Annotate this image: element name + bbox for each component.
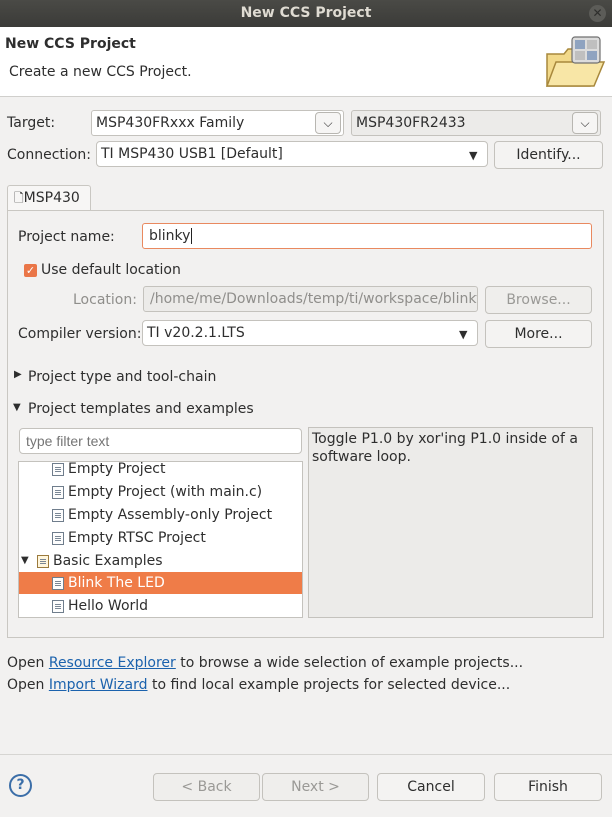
target-device-select[interactable]: MSP430FR2433 — [351, 110, 601, 136]
template-icon — [52, 600, 64, 613]
compiler-version-select[interactable]: TI v20.2.1.LTS — [142, 320, 478, 346]
next-button[interactable]: Next > — [262, 773, 369, 801]
project-icon: 🗋 — [14, 191, 24, 205]
connection-select[interactable]: TI MSP430 USB1 [Default] — [96, 141, 488, 167]
folder-icon — [37, 555, 49, 568]
tab-msp430[interactable]: 🗋MSP430 — [7, 185, 91, 211]
folder-wizard-icon — [545, 36, 606, 87]
dropdown-arrow-icon: ▼ — [459, 328, 468, 341]
collapse-arrow-icon[interactable]: ▼ — [21, 550, 29, 572]
tree-item-empty-assembly[interactable]: Empty Assembly-only Project — [19, 504, 302, 526]
cancel-button[interactable]: Cancel — [377, 773, 485, 801]
finish-button[interactable]: Finish — [494, 773, 602, 801]
location-label: Location: — [73, 292, 137, 308]
templates-tree: Empty Project Empty Project (with main.c… — [18, 461, 303, 618]
expand-arrow-icon[interactable]: ▶ — [14, 369, 22, 380]
window-title: New CCS Project — [240, 5, 372, 21]
collapse-arrow-icon[interactable]: ▼ — [13, 402, 21, 413]
tree-item-blink-the-led[interactable]: Blink The LED — [19, 572, 302, 594]
more-button[interactable]: More... — [485, 320, 592, 348]
target-label: Target: — [7, 115, 56, 131]
chevron-down-icon[interactable]: ⌵ — [572, 112, 598, 134]
template-icon — [52, 509, 64, 522]
footer-divider — [0, 754, 612, 755]
banner-title: New CCS Project — [5, 36, 136, 52]
chevron-down-icon[interactable]: ⌵ — [315, 112, 341, 134]
project-name-label: Project name: — [18, 229, 115, 245]
templates-section-label[interactable]: Project templates and examples — [28, 401, 254, 417]
close-icon[interactable]: ✕ — [589, 5, 606, 22]
template-description: Toggle P1.0 by xor'ing P1.0 inside of a … — [308, 427, 593, 618]
connection-label: Connection: — [7, 147, 91, 163]
location-input[interactable]: /home/me/Downloads/temp/ti/workspace/bli… — [143, 286, 478, 312]
toolchain-section-label[interactable]: Project type and tool-chain — [28, 369, 216, 385]
browse-button[interactable]: Browse... — [485, 286, 592, 314]
project-name-input[interactable]: blinky — [142, 223, 592, 249]
tree-item-empty-project[interactable]: Empty Project — [19, 462, 302, 480]
tree-item-hello-world[interactable]: Hello World — [19, 595, 302, 617]
template-icon — [52, 463, 64, 476]
resource-explorer-line: Open Resource Explorer to browse a wide … — [7, 655, 524, 671]
import-wizard-link[interactable]: Import Wizard — [49, 677, 148, 693]
template-icon — [52, 577, 64, 590]
tree-item-empty-project-main[interactable]: Empty Project (with main.c) — [19, 481, 302, 503]
resource-explorer-link[interactable]: Resource Explorer — [49, 655, 176, 671]
window-titlebar: New CCS Project ✕ — [0, 0, 612, 27]
use-default-location-checkbox[interactable]: ✓ — [24, 264, 37, 277]
target-family-select[interactable]: MSP430FRxxx Family — [91, 110, 344, 136]
tree-item-basic-examples[interactable]: ▼ Basic Examples — [19, 550, 302, 572]
identify-button[interactable]: Identify... — [494, 141, 603, 169]
template-icon — [52, 532, 64, 545]
template-icon — [52, 486, 64, 499]
compiler-version-label: Compiler version: — [18, 326, 142, 342]
help-icon[interactable]: ? — [9, 774, 32, 797]
back-button[interactable]: < Back — [153, 773, 260, 801]
template-filter-input[interactable] — [19, 428, 302, 454]
tree-item-empty-rtsc[interactable]: Empty RTSC Project — [19, 527, 302, 549]
banner-description: Create a new CCS Project. — [9, 64, 192, 80]
wizard-banner: New CCS Project Create a new CCS Project… — [0, 27, 612, 97]
dropdown-arrow-icon: ▼ — [469, 149, 478, 162]
use-default-location-label: Use default location — [41, 262, 181, 278]
import-wizard-line: Open Import Wizard to find local example… — [7, 677, 511, 693]
